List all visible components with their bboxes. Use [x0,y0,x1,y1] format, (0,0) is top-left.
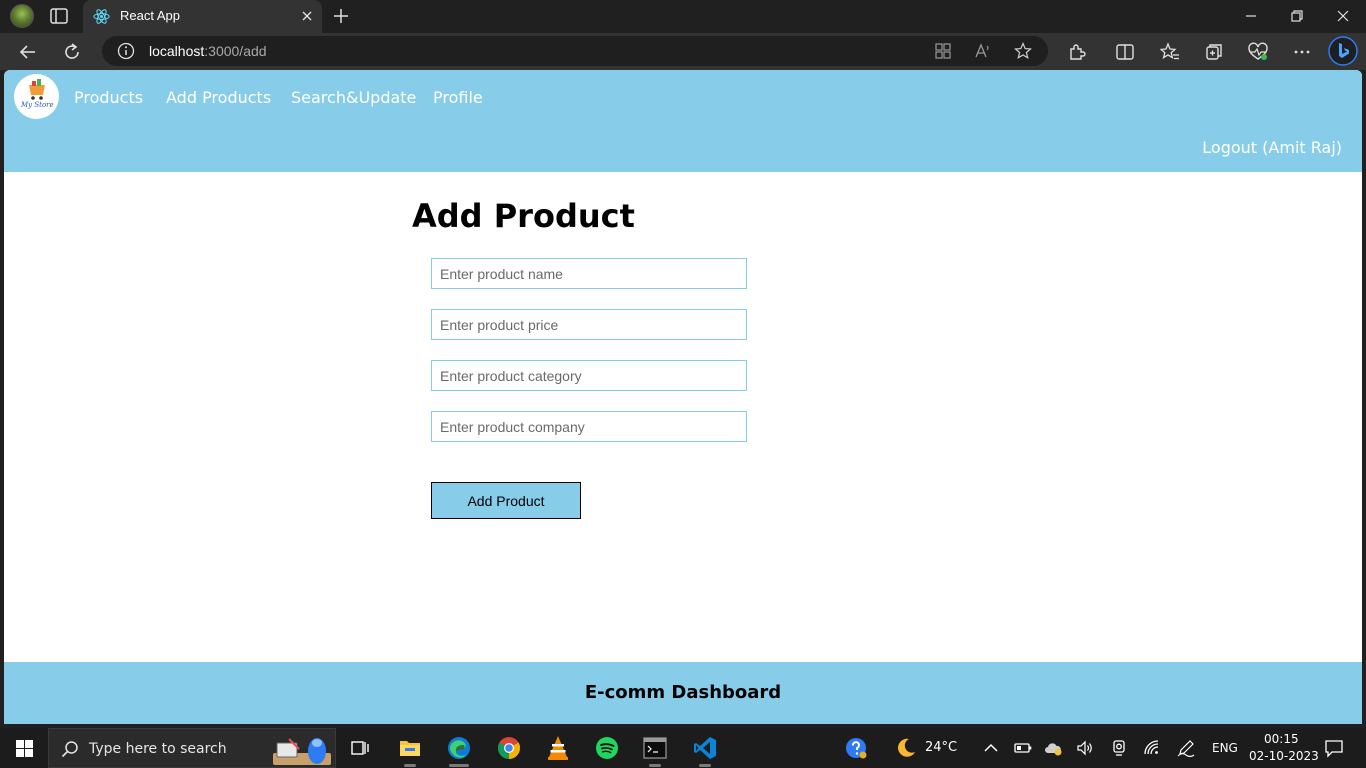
product-company-input[interactable] [431,411,747,442]
taskbar: Type here to search 24°C ENG 00:15 02-10… [0,728,1366,768]
new-tab-icon[interactable] [332,7,350,25]
window-close-icon[interactable] [1335,8,1351,24]
footer: E-comm Dashboard [4,662,1362,724]
chevron-up-icon[interactable] [982,739,1000,757]
search-icon [61,741,78,758]
react-icon [93,9,110,24]
read-aloud-icon[interactable] [974,42,992,60]
folder-icon [400,741,420,756]
product-price-input[interactable] [431,309,747,340]
vlc-button[interactable] [538,728,578,768]
notifications-icon[interactable] [1324,738,1344,758]
navbar: My Store Products Add Products Search&Up… [4,70,1362,172]
search-placeholder: Type here to search [89,741,227,757]
app-available-icon[interactable] [934,42,952,60]
help-icon[interactable] [845,737,867,759]
favorite-star-icon[interactable] [1014,42,1032,60]
spotify-icon [596,737,618,759]
add-product-button[interactable]: Add Product [431,482,581,519]
close-icon[interactable] [299,8,315,24]
nav-link-search-update[interactable]: Search&Update [291,88,416,107]
pen-icon[interactable] [1177,739,1195,757]
onedrive-icon[interactable] [1044,739,1062,757]
page-title: Add Product [412,197,635,235]
terminal-button[interactable] [635,728,675,768]
camera-icon[interactable] [1110,739,1128,757]
refresh-icon[interactable] [62,42,82,62]
product-name-input[interactable] [431,258,747,289]
browser-titlebar: React App [0,0,1366,33]
product-category-input[interactable] [431,360,747,391]
profile-avatar[interactable] [10,4,34,28]
tab-actions-icon[interactable] [50,8,68,24]
nav-link-profile[interactable]: Profile [433,88,483,107]
volume-icon[interactable] [1076,739,1094,757]
edge-button[interactable] [439,728,479,768]
edge-icon [448,737,470,759]
vscode-icon [694,737,716,759]
moon-weather-icon[interactable] [895,737,917,759]
clock-date[interactable]: 02-10-2023 [1249,749,1319,763]
battery-icon[interactable] [1014,739,1032,757]
logout-link[interactable]: Logout (Amit Raj) [1202,138,1342,157]
language-indicator[interactable]: ENG [1212,741,1238,755]
footer-title: E-comm Dashboard [584,682,782,703]
extensions-icon[interactable] [1067,42,1087,62]
bing-copilot-icon[interactable] [1328,36,1358,66]
back-icon[interactable] [18,42,38,62]
more-options-icon[interactable] [1292,42,1312,62]
favorites-icon[interactable] [1160,42,1180,62]
tab-title: React App [120,8,180,23]
file-explorer-button[interactable] [390,728,430,768]
wifi-icon[interactable] [1143,739,1161,757]
address-bar[interactable]: localhost:3000/add [102,36,1048,66]
weather-temperature[interactable]: 24°C [925,740,957,755]
collections-icon[interactable] [1204,42,1224,62]
browser-tab[interactable]: React App [83,0,322,33]
restore-icon[interactable] [1289,8,1305,24]
windows-start-icon[interactable] [16,740,33,757]
info-icon[interactable] [117,42,135,60]
task-view-button[interactable] [340,728,380,768]
url-text: localhost:3000/add [149,43,267,59]
spotify-button[interactable] [587,728,627,768]
task-view-icon [351,741,369,755]
terminal-icon [643,737,667,759]
vlc-icon [548,736,568,760]
clock-time[interactable]: 00:15 [1264,732,1299,746]
search-highlight-icon [273,738,331,765]
browser-essentials-icon[interactable] [1248,42,1268,62]
minimize-icon[interactable] [1243,8,1259,24]
cart-logo-icon [29,79,45,100]
store-logo[interactable]: My Store [14,74,59,119]
browser-toolbar: localhost:3000/add [0,33,1366,70]
page-viewport: My Store Products Add Products Search&Up… [4,70,1362,724]
nav-link-add-products[interactable]: Add Products [166,88,271,107]
nav-link-products[interactable]: Products [74,88,143,107]
vscode-button[interactable] [685,728,725,768]
taskbar-search[interactable]: Type here to search [48,728,336,768]
split-screen-icon[interactable] [1115,42,1135,62]
chrome-icon [498,737,520,759]
chrome-button[interactable] [489,728,529,768]
logo-text: My Store [21,101,54,109]
